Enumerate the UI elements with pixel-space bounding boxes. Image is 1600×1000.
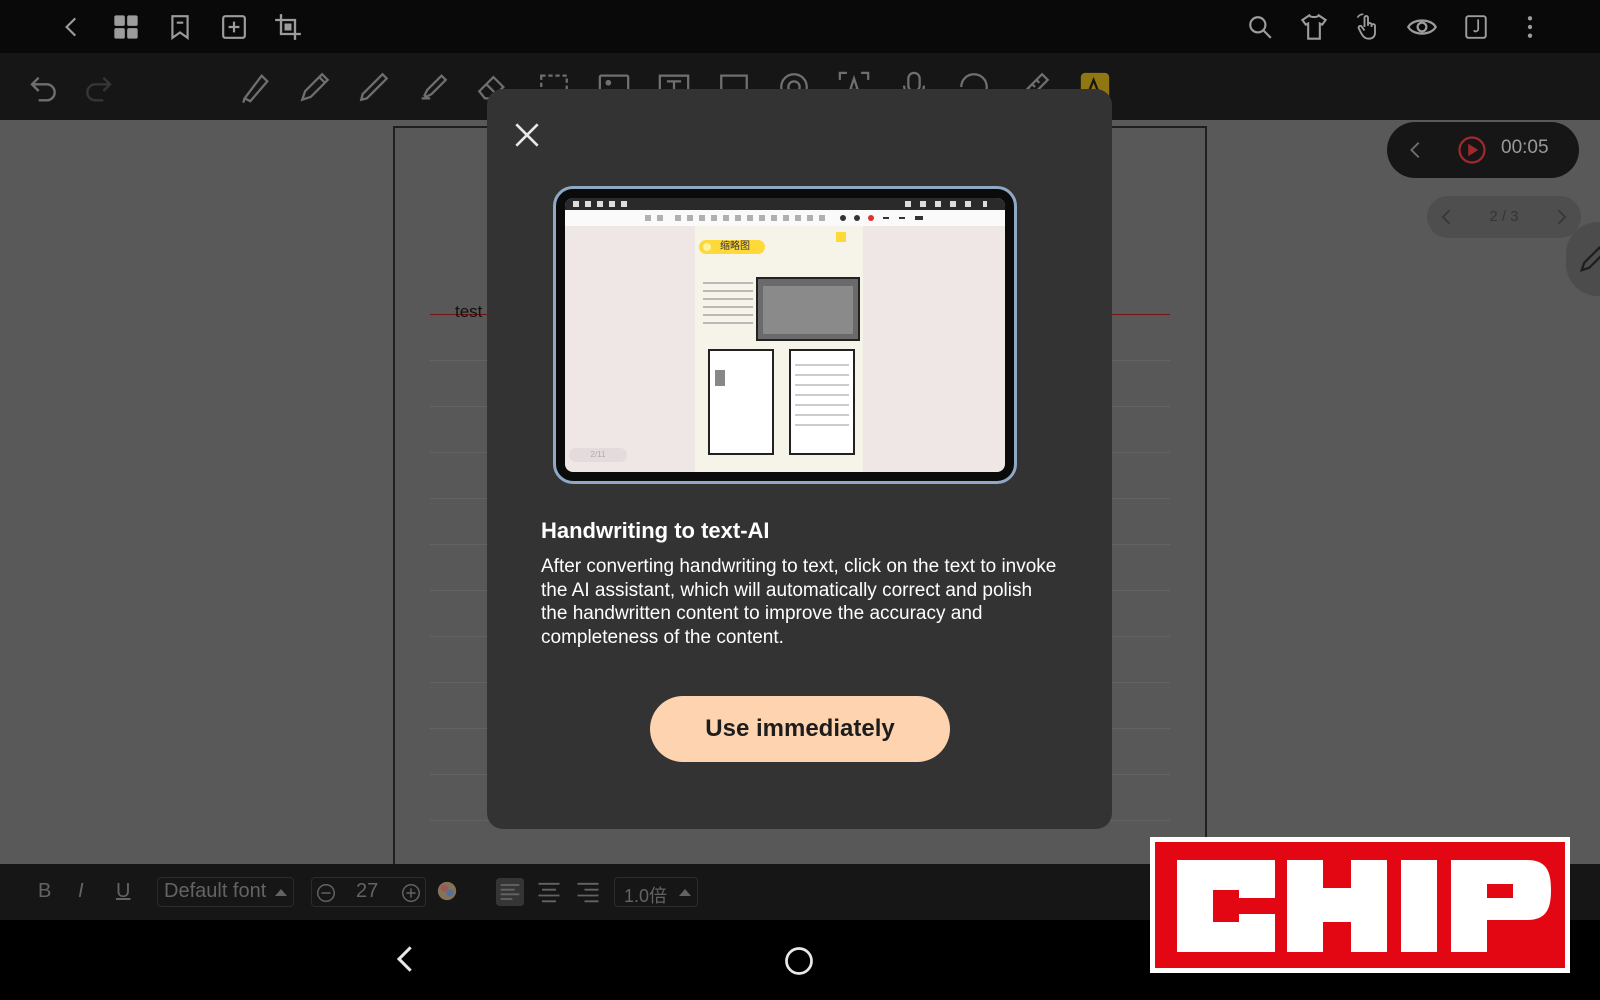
tablet-preview-image: 缩略图 2/11 xyxy=(553,186,1017,484)
chip-logo xyxy=(1150,837,1570,973)
app: test 00:05 2 / 3 B I U Default font 27 1… xyxy=(0,0,1600,1000)
tablet-screen: 缩略图 2/11 xyxy=(565,198,1005,472)
close-icon[interactable] xyxy=(511,119,543,151)
nav-back-icon[interactable] xyxy=(392,942,420,976)
nav-home-icon[interactable] xyxy=(784,946,814,976)
preview-page-indicator: 2/11 xyxy=(590,450,606,459)
dialog-title: Handwriting to text-AI xyxy=(541,518,770,543)
dialog-description: After converting handwriting to text, cl… xyxy=(541,556,1057,648)
preview-badge: 缩略图 xyxy=(720,241,750,252)
feature-intro-dialog: 缩略图 2/11 Handwriting to text-AI After co… xyxy=(487,89,1112,829)
chip-logo-mark xyxy=(1155,842,1565,968)
use-immediately-button[interactable]: Use immediately xyxy=(650,696,950,762)
